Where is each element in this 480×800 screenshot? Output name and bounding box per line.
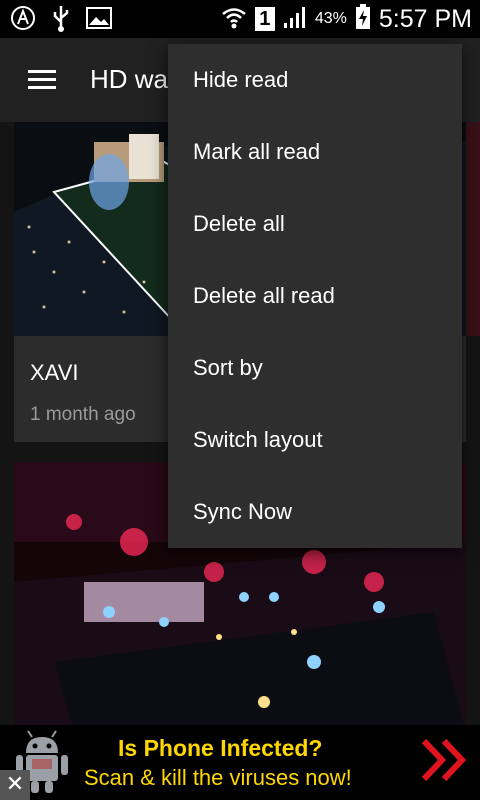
feed-card-partial[interactable]: [466, 122, 480, 336]
menu-item-mark-all-read[interactable]: Mark all read: [168, 116, 462, 188]
double-chevron-right-icon: [420, 735, 470, 785]
menu-item-sync-now[interactable]: Sync Now: [168, 476, 462, 548]
menu-item-delete-all-read[interactable]: Delete all read: [168, 260, 462, 332]
app-notification-icon: [10, 5, 36, 36]
ad-headline: Is Phone Infected?: [118, 735, 323, 761]
ad-close-button[interactable]: ✕: [0, 770, 30, 800]
card-timestamp: 1 month ago: [30, 404, 136, 425]
usb-icon: [50, 4, 72, 37]
menu-icon[interactable]: [28, 70, 56, 90]
status-bar-system: 1 43% 5:57 PM: [221, 2, 472, 36]
battery-icon: [355, 3, 371, 35]
card-title: XAVI: [30, 360, 79, 385]
menu-item-sort-by[interactable]: Sort by: [168, 332, 462, 404]
ad-banner[interactable]: Is Phone Infected? Scan & kill the virus…: [0, 725, 480, 800]
status-bar: 1 43% 5:57 PM: [0, 0, 480, 38]
menu-item-hide-read[interactable]: Hide read: [168, 44, 462, 116]
menu-item-switch-layout[interactable]: Switch layout: [168, 404, 462, 476]
signal-icon: [283, 5, 307, 34]
wifi-icon: [221, 5, 247, 34]
sim-icon: 1: [254, 7, 275, 31]
overflow-menu: Hide read Mark all read Delete all Delet…: [168, 44, 462, 548]
ad-subline: Scan & kill the viruses now!: [84, 765, 352, 790]
app-title: HD wa: [90, 64, 169, 94]
menu-item-delete-all[interactable]: Delete all: [168, 188, 462, 260]
status-bar-notifications: [10, 4, 112, 37]
battery-percent: 43%: [314, 10, 347, 27]
clock: 5:57 PM: [378, 4, 472, 33]
image-icon: [86, 7, 112, 34]
